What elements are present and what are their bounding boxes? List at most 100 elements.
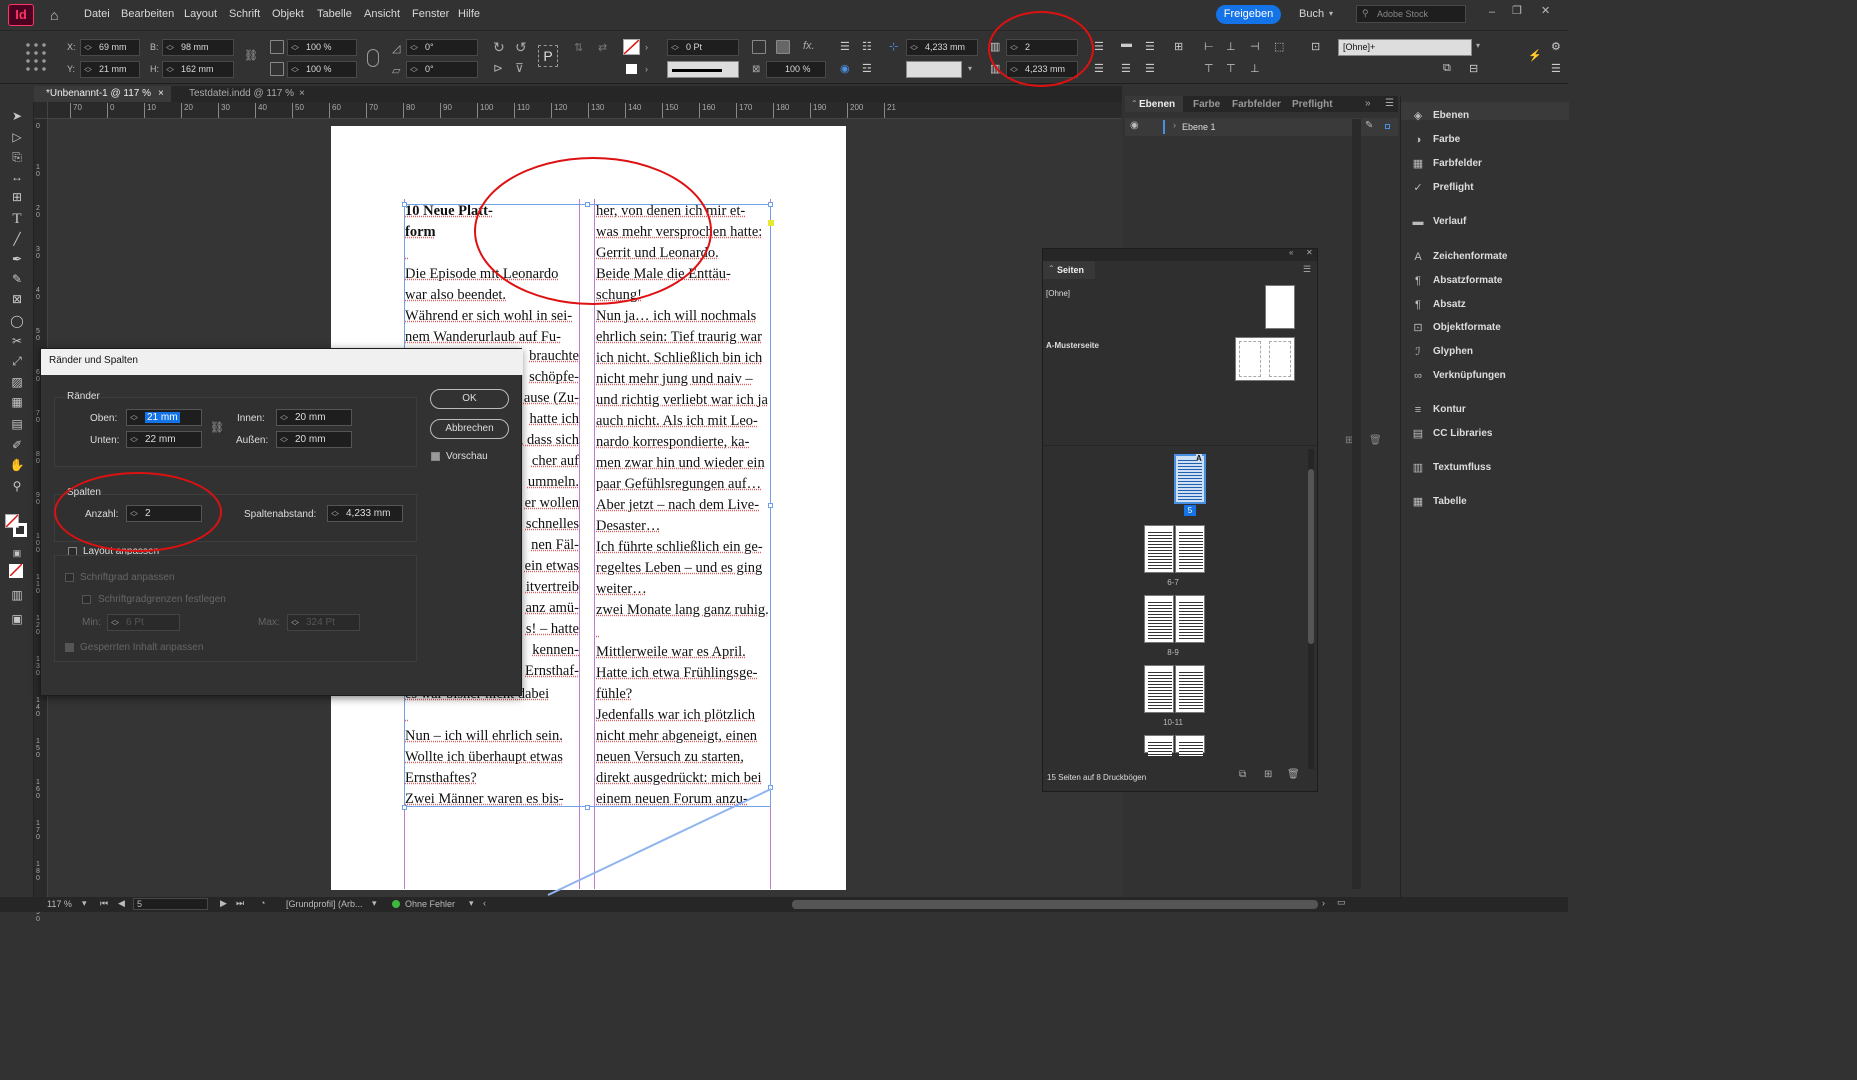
page-13-thumb[interactable] bbox=[1175, 735, 1205, 756]
text-wrap-none-icon[interactable]: ☰ bbox=[840, 40, 850, 53]
tab-farbfelder[interactable]: Farbfelder bbox=[1232, 99, 1281, 110]
max-field[interactable]: ︿ ﹀ 324 Pt bbox=[287, 614, 360, 631]
reference-point-icon[interactable] bbox=[24, 41, 46, 75]
align-center-icon[interactable]: ☰ bbox=[1145, 40, 1155, 53]
panel-item-farbe[interactable]: ◑ Farbe bbox=[1411, 132, 1461, 148]
page-8-thumb[interactable] bbox=[1144, 595, 1174, 643]
page-11-thumb[interactable] bbox=[1175, 665, 1205, 713]
menu-hilfe[interactable]: Hilfe bbox=[458, 8, 480, 20]
panel-item-ebenen[interactable]: ◈ Ebenen bbox=[1411, 108, 1469, 124]
page-field[interactable]: 5 bbox=[133, 898, 208, 910]
menu-ansicht[interactable]: Ansicht bbox=[364, 8, 400, 20]
horizontal-ruler[interactable]: 70 0 10 20 30 40 50 60 70 80 90 100 110 120 130 140 150 1… bbox=[48, 102, 1122, 119]
width-field[interactable]: ︿ ﹀ 98 mm bbox=[162, 39, 234, 56]
ruler-origin[interactable] bbox=[34, 102, 48, 119]
first-page-icon[interactable]: ⏮ bbox=[100, 898, 108, 909]
tab-unbenannt[interactable]: *Unbenannt-1 @ 117 % × bbox=[34, 86, 171, 102]
menu-schrift[interactable]: Schrift bbox=[229, 8, 260, 20]
trash-icon[interactable]: 🗑 bbox=[1287, 769, 1300, 780]
collapse-icon[interactable]: « bbox=[1289, 248, 1293, 257]
scroll-right-icon[interactable]: › bbox=[1322, 898, 1325, 908]
panel-item-glyphen[interactable]: ℐ Glyphen bbox=[1411, 344, 1473, 360]
chevron-down-icon[interactable]: ▾ bbox=[469, 898, 474, 909]
panel-item-verlauf[interactable]: ▬ Verlauf bbox=[1411, 214, 1467, 230]
gutter-field[interactable]: ︿ ﹀ 4,233 mm bbox=[327, 505, 403, 522]
select-content-icon[interactable]: ⇄ bbox=[598, 41, 607, 54]
rotate-cw-icon[interactable]: ↻ bbox=[493, 39, 505, 56]
chevron-down-icon[interactable]: ▾ bbox=[82, 898, 87, 909]
gradient-tool-icon[interactable]: ▨ bbox=[9, 375, 25, 389]
settings-gear-icon[interactable]: ⚙ bbox=[1551, 40, 1561, 53]
view-mode-icon[interactable]: ▣ bbox=[9, 612, 25, 626]
constrain-link-icon[interactable]: ⛓ bbox=[244, 49, 258, 62]
inside-margin-field[interactable]: ︿ ﹀ 20 mm bbox=[276, 409, 352, 426]
prev-page-icon[interactable]: ◀ bbox=[118, 898, 125, 909]
frame-corner-handle[interactable] bbox=[768, 220, 774, 226]
y-field[interactable]: ︿ ﹀ 21 mm bbox=[80, 61, 140, 78]
tab-ebenen[interactable]: Ebenen bbox=[1139, 99, 1175, 110]
restore-icon[interactable]: ❐ bbox=[1512, 4, 1522, 17]
shear-field[interactable]: ︿ ﹀ 0° bbox=[406, 61, 478, 78]
scrollbar[interactable] bbox=[1308, 449, 1314, 769]
last-page-icon[interactable]: ⏭ bbox=[236, 898, 244, 909]
stroke-weight-field[interactable]: ︿ ﹀ 0 Pt bbox=[667, 39, 739, 56]
align-left-edges-icon[interactable]: ⊢ bbox=[1204, 40, 1214, 53]
tab-close-icon[interactable]: × bbox=[299, 86, 305, 102]
panel-menu-icon[interactable]: ☰ bbox=[1551, 62, 1561, 75]
type-tool-icon[interactable]: T bbox=[9, 212, 25, 227]
page-9-thumb[interactable] bbox=[1175, 595, 1205, 643]
panel-item-cc-libraries[interactable]: ▤ CC Libraries bbox=[1411, 426, 1493, 442]
vertical-scrollbar[interactable] bbox=[1352, 119, 1361, 889]
page-5-thumb[interactable]: A bbox=[1174, 454, 1206, 504]
page-6-thumb[interactable] bbox=[1144, 525, 1174, 573]
outside-margin-field[interactable]: ︿ ﹀ 20 mm bbox=[276, 431, 352, 448]
opacity-field[interactable]: 100 % bbox=[766, 61, 826, 78]
collapse-icon[interactable]: ⌃ bbox=[1131, 99, 1138, 108]
page-size-icon[interactable]: ⧉ bbox=[1239, 769, 1246, 780]
frame-handle[interactable] bbox=[768, 503, 773, 508]
menu-bearbeiten[interactable]: Bearbeiten bbox=[121, 8, 174, 20]
fill-menu-icon[interactable]: › bbox=[645, 42, 648, 52]
page-tool-icon[interactable]: ⎘ bbox=[9, 150, 25, 164]
panel-item-verknüpfungen[interactable]: ∞ Verknüpfungen bbox=[1411, 368, 1506, 384]
layer-name[interactable]: Ebene 1 bbox=[1182, 122, 1216, 132]
gradient-feather-icon[interactable]: ▦ bbox=[9, 395, 25, 409]
stroke-swatch[interactable] bbox=[623, 61, 640, 77]
a-master-label[interactable]: A-Musterseite bbox=[1046, 341, 1099, 350]
panel-menu-icon[interactable]: ☰ bbox=[1385, 98, 1394, 109]
align-justify-icon[interactable]: ☰ bbox=[1121, 62, 1131, 75]
view-toggle-icon[interactable]: ▭ bbox=[1337, 897, 1346, 908]
selection-tool-icon[interactable]: ➤ bbox=[9, 109, 25, 123]
panel-item-zeichenformate[interactable]: A Zeichenformate bbox=[1411, 249, 1507, 265]
chevron-down-icon[interactable]: ▾ bbox=[372, 898, 377, 909]
open-page-icon[interactable]: ◔ bbox=[260, 898, 265, 908]
zoom-level[interactable]: 117 % bbox=[47, 899, 72, 909]
close-icon[interactable]: ✕ bbox=[1306, 248, 1313, 257]
align-last-icon[interactable]: ☰ bbox=[1145, 62, 1155, 75]
chevron-down-icon[interactable]: ▾ bbox=[968, 64, 972, 73]
scale-x-field[interactable]: ︿ ﹀ 100 % bbox=[287, 39, 357, 56]
page-7-thumb[interactable] bbox=[1175, 525, 1205, 573]
a-master-thumb[interactable] bbox=[1235, 337, 1295, 381]
tab-seiten[interactable]: ⌃ Seiten bbox=[1043, 261, 1095, 279]
panel-item-objektformate[interactable]: ⊡ Objektformate bbox=[1411, 320, 1500, 336]
error-status[interactable]: Ohne Fehler bbox=[405, 899, 455, 909]
pen-tool-icon[interactable]: ✒ bbox=[9, 252, 25, 266]
select-container-icon[interactable]: ⇅ bbox=[574, 41, 583, 54]
direct-selection-tool-icon[interactable]: ▷ bbox=[9, 130, 25, 144]
locked-adjust-checkbox[interactable] bbox=[65, 643, 74, 652]
pencil-tool-icon[interactable]: ✎ bbox=[9, 272, 25, 286]
panel-item-tabelle[interactable]: ▦ Tabelle bbox=[1411, 494, 1467, 510]
gap-tool-icon[interactable]: ↔ bbox=[9, 170, 25, 184]
stroke-type-select[interactable] bbox=[667, 61, 739, 78]
menu-datei[interactable]: Datei bbox=[84, 8, 110, 20]
eyedropper-tool-icon[interactable]: ✐ bbox=[9, 438, 25, 452]
gap-field[interactable]: ︿ ﹀ 4,233 mm bbox=[906, 39, 978, 56]
tab-close-icon[interactable]: × bbox=[158, 86, 164, 102]
panel-item-preflight[interactable]: ✓ Preflight bbox=[1411, 180, 1473, 196]
align-v-centers-icon[interactable]: ⊤ bbox=[1226, 62, 1236, 75]
fill-stroke-swatch[interactable] bbox=[5, 514, 27, 538]
apply-none-icon[interactable] bbox=[9, 563, 23, 578]
workspace-switcher[interactable]: Buch bbox=[1299, 8, 1324, 20]
note-tool-icon[interactable]: ▤ bbox=[9, 417, 25, 431]
